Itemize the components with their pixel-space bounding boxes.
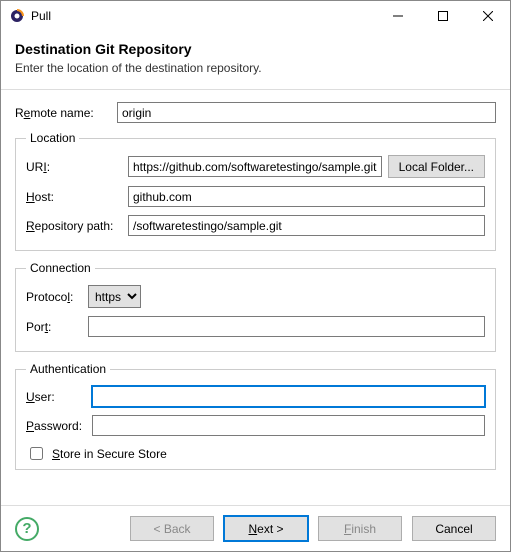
- finish-button: Finish: [318, 516, 402, 541]
- user-row: User:: [26, 386, 485, 407]
- wizard-header: Destination Git Repository Enter the loc…: [1, 31, 510, 90]
- location-legend: Location: [26, 131, 79, 145]
- protocol-label: Protocol:: [26, 290, 82, 304]
- authentication-legend: Authentication: [26, 362, 110, 376]
- cancel-button[interactable]: Cancel: [412, 516, 496, 541]
- connection-legend: Connection: [26, 261, 95, 275]
- remote-name-input[interactable]: [117, 102, 496, 123]
- host-input[interactable]: [128, 186, 485, 207]
- repo-path-input[interactable]: [128, 215, 485, 236]
- maximize-button[interactable]: [420, 1, 465, 31]
- wizard-footer: ? < Back Next > Finish Cancel: [1, 505, 510, 551]
- store-label: Store in Secure Store: [52, 447, 167, 461]
- local-folder-button[interactable]: Local Folder...: [388, 155, 485, 178]
- repo-path-row: Repository path:: [26, 215, 485, 236]
- user-label: User:: [26, 390, 86, 404]
- user-input[interactable]: [92, 386, 485, 407]
- repo-path-label: Repository path:: [26, 219, 122, 233]
- protocol-select[interactable]: https: [88, 285, 141, 308]
- store-checkbox[interactable]: [30, 447, 43, 460]
- page-subtitle: Enter the location of the destination re…: [15, 61, 496, 75]
- next-button[interactable]: Next >: [224, 516, 308, 541]
- protocol-row: Protocol: https: [26, 285, 485, 308]
- minimize-button[interactable]: [375, 1, 420, 31]
- close-button[interactable]: [465, 1, 510, 31]
- uri-label: URI:: [26, 160, 122, 174]
- connection-group: Connection Protocol: https Port:: [15, 261, 496, 352]
- store-row: Store in Secure Store: [26, 444, 485, 463]
- help-icon[interactable]: ?: [15, 517, 39, 541]
- uri-row: URI: Local Folder...: [26, 155, 485, 178]
- wizard-content: Remote name: Location URI: Local Folder.…: [1, 90, 510, 505]
- window-title: Pull: [31, 9, 375, 23]
- host-label: Host:: [26, 190, 122, 204]
- host-row: Host:: [26, 186, 485, 207]
- port-row: Port:: [26, 316, 485, 337]
- port-input[interactable]: [88, 316, 485, 337]
- back-button: < Back: [130, 516, 214, 541]
- password-input[interactable]: [92, 415, 485, 436]
- password-row: Password:: [26, 415, 485, 436]
- password-label: Password:: [26, 419, 86, 433]
- uri-input[interactable]: [128, 156, 382, 177]
- authentication-group: Authentication User: Password: Store in …: [15, 362, 496, 470]
- location-group: Location URI: Local Folder... Host: Repo…: [15, 131, 496, 251]
- page-title: Destination Git Repository: [15, 41, 496, 57]
- app-icon: [9, 8, 25, 24]
- remote-name-label: Remote name:: [15, 106, 111, 120]
- remote-name-row: Remote name:: [15, 102, 496, 123]
- port-label: Port:: [26, 320, 82, 334]
- titlebar: Pull: [1, 1, 510, 31]
